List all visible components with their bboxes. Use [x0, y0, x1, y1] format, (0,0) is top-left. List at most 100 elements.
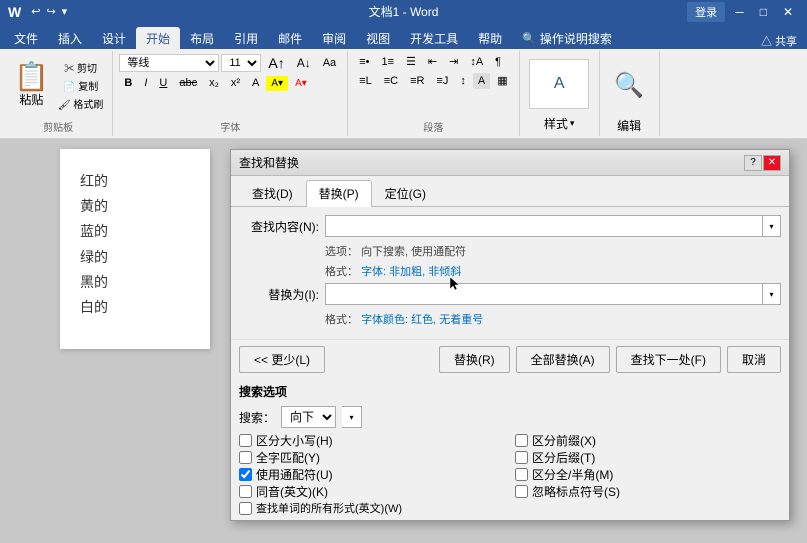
- find-next-button[interactable]: 查找下一处(F): [616, 346, 721, 373]
- replace-all-button[interactable]: 全部替换(A): [516, 346, 610, 373]
- tab-help[interactable]: 帮助: [468, 27, 512, 49]
- clipboard-content: 📋 粘贴 ✂ 剪切 📄 复制 🖌 格式刷: [10, 53, 106, 117]
- dialog-help-button[interactable]: ?: [744, 155, 762, 171]
- checkbox-homophone-input[interactable]: [239, 485, 252, 498]
- login-button[interactable]: 登录: [687, 2, 725, 22]
- edit-button[interactable]: 🔍: [609, 69, 649, 102]
- checkbox-whole-word-input[interactable]: [239, 451, 252, 464]
- tab-file[interactable]: 文件: [4, 27, 48, 49]
- search-direction-select[interactable]: 向下: [281, 406, 336, 428]
- tab-layout[interactable]: 布局: [180, 27, 224, 49]
- dialog-tab-goto[interactable]: 定位(G): [372, 180, 439, 206]
- find-format-value: 字体: 非加粗, 非倾斜: [361, 266, 461, 278]
- bullets-button[interactable]: ≡•: [354, 54, 374, 70]
- shading-button[interactable]: A: [473, 73, 490, 89]
- font-color-button[interactable]: A▾: [290, 76, 312, 91]
- dialog-tab-replace[interactable]: 替换(P): [306, 180, 372, 207]
- tab-view[interactable]: 视图: [356, 27, 400, 49]
- grow-font-button[interactable]: A↑: [263, 53, 289, 73]
- align-left-button[interactable]: ≡L: [354, 73, 377, 89]
- paragraph-controls: ≡• 1≡ ☰ ⇤ ⇥ ↕A ¶ ≡L ≡C ≡R ≡J ↕ A ▦: [354, 53, 512, 117]
- checkbox-wildcard-input[interactable]: [239, 468, 252, 481]
- find-options-info: 选项： 向下搜索, 使用通配符: [325, 243, 781, 259]
- tab-dev[interactable]: 开发工具: [400, 27, 468, 49]
- replace-row: 替换为(I): ▾: [239, 283, 781, 305]
- paragraph-group: ≡• 1≡ ☰ ⇤ ⇥ ↕A ¶ ≡L ≡C ≡R ≡J ↕ A ▦ 段落: [348, 51, 519, 136]
- replace-dropdown-button[interactable]: ▾: [763, 283, 781, 305]
- copy-button[interactable]: 📄 复制: [55, 77, 106, 94]
- close-button[interactable]: ✕: [777, 5, 799, 19]
- document-title: 文档1 - Word: [369, 3, 439, 20]
- more-less-button[interactable]: << 更少(L): [239, 346, 325, 373]
- checkboxes-container: 区分大小写(H) 全字匹配(Y) 使用通配符(U) 同音(英文)(K): [239, 432, 781, 516]
- font-size-select[interactable]: 11: [221, 54, 261, 72]
- shrink-font-button[interactable]: A↓: [292, 54, 316, 72]
- show-marks-button[interactable]: ¶: [490, 54, 506, 70]
- line-spacing-button[interactable]: ↕: [455, 73, 471, 89]
- word-icon: W: [8, 4, 21, 20]
- cancel-button[interactable]: 取消: [727, 346, 781, 373]
- styles-expand-icon[interactable]: ▾: [570, 118, 575, 129]
- clear-format-button[interactable]: Aa: [318, 55, 341, 71]
- format-painter-button[interactable]: 🖌 格式刷: [55, 95, 106, 112]
- tab-insert[interactable]: 插入: [48, 27, 92, 49]
- restore-button[interactable]: □: [754, 5, 773, 19]
- find-dropdown-button[interactable]: ▾: [763, 215, 781, 237]
- replace-button[interactable]: 替换(R): [439, 346, 510, 373]
- checkbox-suffix-input[interactable]: [515, 451, 528, 464]
- borders-button[interactable]: ▦: [492, 72, 512, 89]
- font-family-select[interactable]: 等线: [119, 54, 219, 72]
- numbering-button[interactable]: 1≡: [376, 54, 399, 70]
- quick-access-dropdown[interactable]: ▾: [60, 5, 70, 18]
- subscript-button[interactable]: x₂: [204, 75, 224, 91]
- tab-search[interactable]: 🔍 操作说明搜索: [512, 27, 622, 49]
- tab-design[interactable]: 设计: [92, 27, 136, 49]
- tab-home[interactable]: 开始: [136, 27, 180, 49]
- edit-content: 🔍: [609, 53, 649, 117]
- title-bar-left: W ↩ ↪ ▾: [8, 4, 69, 20]
- share-button[interactable]: △ 共享: [759, 33, 799, 49]
- tab-references[interactable]: 引用: [224, 27, 268, 49]
- justify-button[interactable]: ≡J: [431, 73, 453, 89]
- align-right-button[interactable]: ≡R: [405, 73, 429, 89]
- find-input[interactable]: [325, 215, 763, 237]
- align-center-button[interactable]: ≡C: [379, 73, 403, 89]
- highlight-button[interactable]: A▾: [266, 76, 288, 91]
- bold-button[interactable]: B: [119, 75, 137, 91]
- sort-button[interactable]: ↕A: [465, 54, 488, 70]
- replace-input[interactable]: [325, 283, 763, 305]
- superscript-button[interactable]: x²: [226, 75, 245, 91]
- undo-btn[interactable]: ↩: [29, 5, 42, 18]
- dialog-close-button[interactable]: ✕: [763, 155, 781, 171]
- document-page[interactable]: 红的 黄的 蓝的 绿的 黑的 白的: [60, 149, 210, 349]
- indent-button[interactable]: ⇥: [444, 53, 463, 70]
- edit-label: 编辑: [617, 117, 641, 134]
- checkbox-punct-input[interactable]: [515, 485, 528, 498]
- redo-btn[interactable]: ↪: [44, 5, 57, 18]
- paste-button[interactable]: 📋 粘贴: [10, 61, 53, 110]
- find-options-value: 向下搜索, 使用通配符: [361, 246, 466, 258]
- underline-button[interactable]: U: [154, 75, 172, 91]
- styles-preview[interactable]: A: [529, 59, 589, 109]
- checkbox-fullhalf-input[interactable]: [515, 468, 528, 481]
- replace-label: 替换为(I):: [239, 286, 319, 303]
- dialog-tab-find[interactable]: 查找(D): [239, 180, 306, 206]
- tab-mail[interactable]: 邮件: [268, 27, 312, 49]
- multilevel-button[interactable]: ☰: [401, 53, 421, 70]
- doc-line-5: 黑的: [80, 270, 190, 295]
- replace-format-info: 格式： 字体颜色: 红色, 无着重号: [325, 311, 781, 327]
- italic-button[interactable]: I: [139, 75, 152, 91]
- text-effect-button[interactable]: A: [247, 75, 264, 91]
- search-direction-row: 搜索： 向下 ▾: [239, 406, 781, 428]
- checkbox-prefix-input[interactable]: [515, 434, 528, 447]
- tab-review[interactable]: 审阅: [312, 27, 356, 49]
- checkbox-case-input[interactable]: [239, 434, 252, 447]
- paragraph-label: 段落: [423, 117, 443, 134]
- cut-button[interactable]: ✂ 剪切: [55, 59, 106, 76]
- minimize-button[interactable]: ─: [729, 5, 750, 19]
- checkbox-allforms-input[interactable]: [239, 502, 252, 515]
- search-direction-dropdown[interactable]: ▾: [342, 406, 362, 428]
- outdent-button[interactable]: ⇤: [423, 53, 442, 70]
- dialog-tabs: 查找(D) 替换(P) 定位(G): [231, 176, 789, 207]
- strikethrough-button[interactable]: abc: [174, 75, 202, 91]
